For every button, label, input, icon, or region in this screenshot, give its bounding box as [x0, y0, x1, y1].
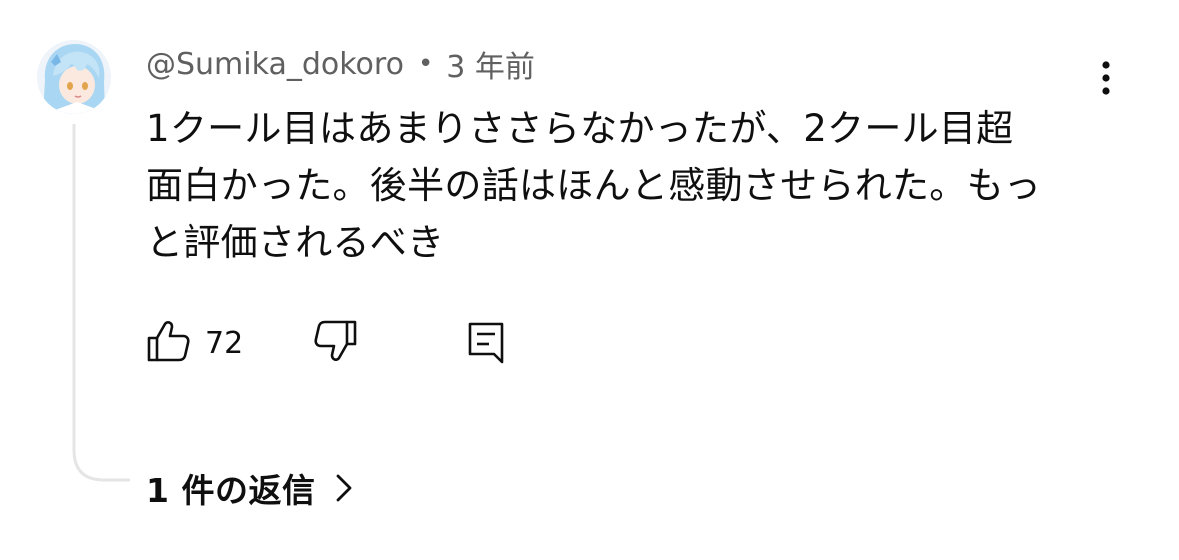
author-avatar[interactable] — [37, 40, 111, 114]
like-count: 72 — [205, 326, 244, 361]
comment-text: 1クール目はあまりささらなかったが、2クール目超 面白かった。後半の話はほんと感… — [146, 100, 1086, 271]
reply-button[interactable] — [463, 318, 513, 368]
comment-line: 1クール目はあまりささらなかったが、2クール目超 — [146, 107, 1014, 150]
comment-line: 面白かった。後半の話はほんと感動させられた。もっ — [146, 164, 1042, 207]
anime-character-avatar — [37, 40, 111, 114]
thumbs-down-icon — [314, 320, 357, 361]
comment-timestamp[interactable]: 3 年前 — [446, 42, 535, 86]
comment-line: と評価されるべき — [146, 221, 445, 264]
thumbs-up-icon — [147, 321, 190, 362]
author-name[interactable]: @Sumika_dokoro — [146, 47, 404, 82]
view-replies-button[interactable]: 1 件の返信 — [146, 464, 357, 512]
header-separator: • — [417, 49, 434, 79]
more-vertical-icon — [1102, 61, 1110, 95]
comment-header: @Sumika_dokoro • 3 年前 — [146, 42, 535, 86]
chevron-right-icon — [335, 471, 357, 505]
dislike-button[interactable] — [313, 318, 363, 368]
reply-comment-icon — [468, 322, 504, 364]
comment-menu-button[interactable] — [1089, 56, 1123, 100]
thread-connector-line — [72, 124, 130, 482]
replies-count-label: 1 件の返信 — [146, 471, 316, 510]
like-button[interactable] — [145, 318, 195, 368]
